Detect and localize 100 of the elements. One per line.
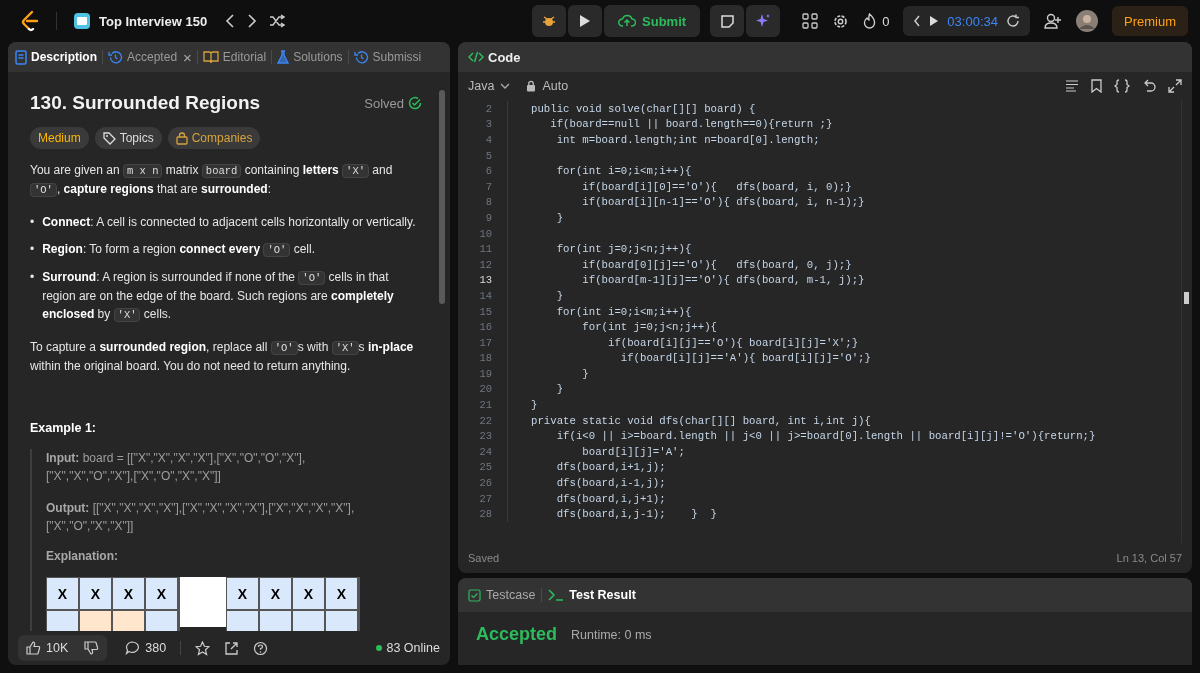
panel-tab[interactable]: Description	[12, 44, 100, 70]
reset-icon[interactable]	[1005, 14, 1020, 28]
run-button[interactable]	[568, 5, 603, 37]
explanation-label: Explanation:	[46, 549, 119, 563]
logo-icon[interactable]	[20, 10, 40, 32]
add-user-icon[interactable]	[1043, 13, 1062, 29]
like-button[interactable]: 10K	[18, 635, 77, 661]
problem-title: 130. Surrounded Regions	[30, 92, 261, 114]
code-line: for(int j=0;j<n;j++){	[555, 243, 692, 256]
description-paragraph: To capture a surrounded region, replace all 'O' s with 'X' s in-place within the original board. You do not need to return anything.	[30, 339, 415, 375]
help-icon[interactable]	[253, 640, 269, 656]
play-icon[interactable]	[929, 15, 940, 27]
sparkle-button[interactable]	[746, 5, 781, 37]
verdict: Accepted	[476, 624, 558, 645]
grid-cell: X	[226, 577, 259, 610]
line-number: 10	[478, 227, 492, 240]
line-number: 16	[478, 321, 492, 334]
flask-icon	[277, 50, 290, 64]
tag-chip[interactable]: Companies	[167, 127, 261, 149]
code-line: dfs(board,i-1,j);	[555, 477, 666, 490]
line-number: 2	[484, 102, 492, 115]
line-number: 20	[478, 383, 492, 396]
submit-button[interactable]: Submit	[604, 5, 701, 37]
bookmark-icon[interactable]	[1091, 79, 1102, 93]
code-line: public void solve(char[][] board) {	[531, 102, 756, 115]
format-icon[interactable]	[1065, 80, 1079, 92]
expand-icon[interactable]	[1168, 79, 1182, 93]
line-number: 14	[478, 289, 492, 302]
study-plan-icon	[73, 12, 91, 30]
line-number: 3	[484, 118, 492, 131]
streak-count: 0	[882, 13, 890, 29]
code-line: for(int i=0;i<m;i++){	[555, 305, 692, 318]
comment-count[interactable]: 380	[145, 641, 167, 655]
code-line: for(int j=0;j<n;j++){	[581, 321, 717, 334]
tag-chip[interactable]: Topics	[94, 127, 162, 149]
image-panel	[180, 577, 226, 627]
panel-title: Code	[488, 49, 521, 65]
debug-button[interactable]	[532, 5, 567, 37]
settings-icon[interactable]	[832, 12, 850, 30]
panel-tab[interactable]: Submissi	[350, 44, 425, 70]
line-number: 5	[484, 149, 492, 162]
lock-icon[interactable]	[526, 80, 537, 92]
premium-button[interactable]: Premium	[1111, 6, 1188, 36]
panel-tab[interactable]: Testcase	[468, 588, 536, 602]
note-icon	[719, 13, 735, 29]
code-line: }	[581, 367, 589, 380]
line-number: 13	[478, 274, 492, 287]
flame-icon[interactable]	[863, 13, 877, 29]
line-number: 7	[484, 180, 492, 193]
thumbs-up-icon	[26, 641, 41, 655]
timer-text: 03:00:34	[947, 13, 998, 29]
undo-icon[interactable]	[1142, 79, 1156, 93]
avatar[interactable]	[1075, 10, 1098, 32]
chevron-left-icon[interactable]	[225, 14, 236, 28]
bullet-text: Surround: A region is surrounded if none of the 'O' cells in that region are on the edge of the board. Such regions are completely enclosed by 'X' cells.	[42, 269, 395, 324]
notes-button[interactable]	[710, 5, 745, 37]
example-line: Output: [["X","X","X","X"],["X","X","X","X"],["X","X","X","X"],["X","O","X","X"]]	[46, 500, 356, 535]
code-line: }	[555, 289, 564, 302]
line-number: 22	[478, 414, 492, 427]
chevron-right-icon[interactable]	[247, 14, 258, 28]
language-dropdown[interactable]: Java	[468, 79, 511, 93]
auto-label[interactable]: Auto	[542, 79, 569, 93]
code-line: if(board==null || board.length==0){return ;}	[549, 118, 833, 131]
code-line: }	[555, 383, 564, 396]
code-line: if(board[m-1][j]=='O'){ dfs(board, m-1, j);}	[581, 274, 865, 287]
panel-tab[interactable]: Solutions	[274, 44, 346, 70]
line-number: 21	[478, 399, 492, 412]
code-line: dfs(board,i,j+1);	[555, 492, 666, 505]
code-line: if(board[0][j]=='O'){ dfs(board, 0, j);}	[581, 258, 852, 271]
chevron-left-icon[interactable]	[913, 15, 922, 27]
grid-cell: X	[46, 577, 79, 610]
braces-icon[interactable]	[1114, 79, 1130, 93]
shuffle-icon[interactable]	[269, 14, 286, 28]
code-line: }	[531, 399, 538, 412]
dislike-icon[interactable]	[76, 635, 108, 661]
history-icon	[108, 49, 123, 65]
tag-chip[interactable]: Medium	[30, 127, 89, 149]
grid-cell: X	[292, 577, 325, 610]
share-icon[interactable]	[224, 640, 240, 656]
bullet-text: Connect: A cell is connected to adjacent cells horizontally or vertically.	[42, 214, 416, 231]
code-line: dfs(board,i+1,j);	[555, 461, 666, 474]
list-title[interactable]: Top Interview 150	[99, 13, 208, 29]
line-number: 17	[478, 336, 492, 349]
panel-tab[interactable]: Test Result	[548, 588, 636, 602]
bug-icon	[541, 13, 558, 29]
code-line: int m=board.length;int n=board[0].length;	[555, 134, 820, 146]
panel-tab[interactable]: Accepted ×	[105, 44, 195, 70]
grid-cell: X	[259, 577, 292, 610]
example-line: Input: board = [["X","X","X","X"],["X","O","O","X"],["X","X","O","X"],["X","O","X","X"]]	[46, 450, 307, 485]
line-number: 12	[478, 258, 492, 271]
comment-icon[interactable]	[125, 641, 141, 655]
lock-icon	[175, 131, 188, 145]
star-icon[interactable]	[195, 640, 211, 656]
grid-cell: X	[112, 577, 145, 610]
line-number: 28	[478, 508, 492, 521]
line-number: 25	[478, 461, 492, 474]
panel-tab[interactable]: Editorial	[199, 44, 270, 70]
scrollbar[interactable]	[1181, 100, 1192, 543]
line-number: 18	[478, 352, 492, 365]
layout-icon[interactable]	[802, 13, 819, 29]
